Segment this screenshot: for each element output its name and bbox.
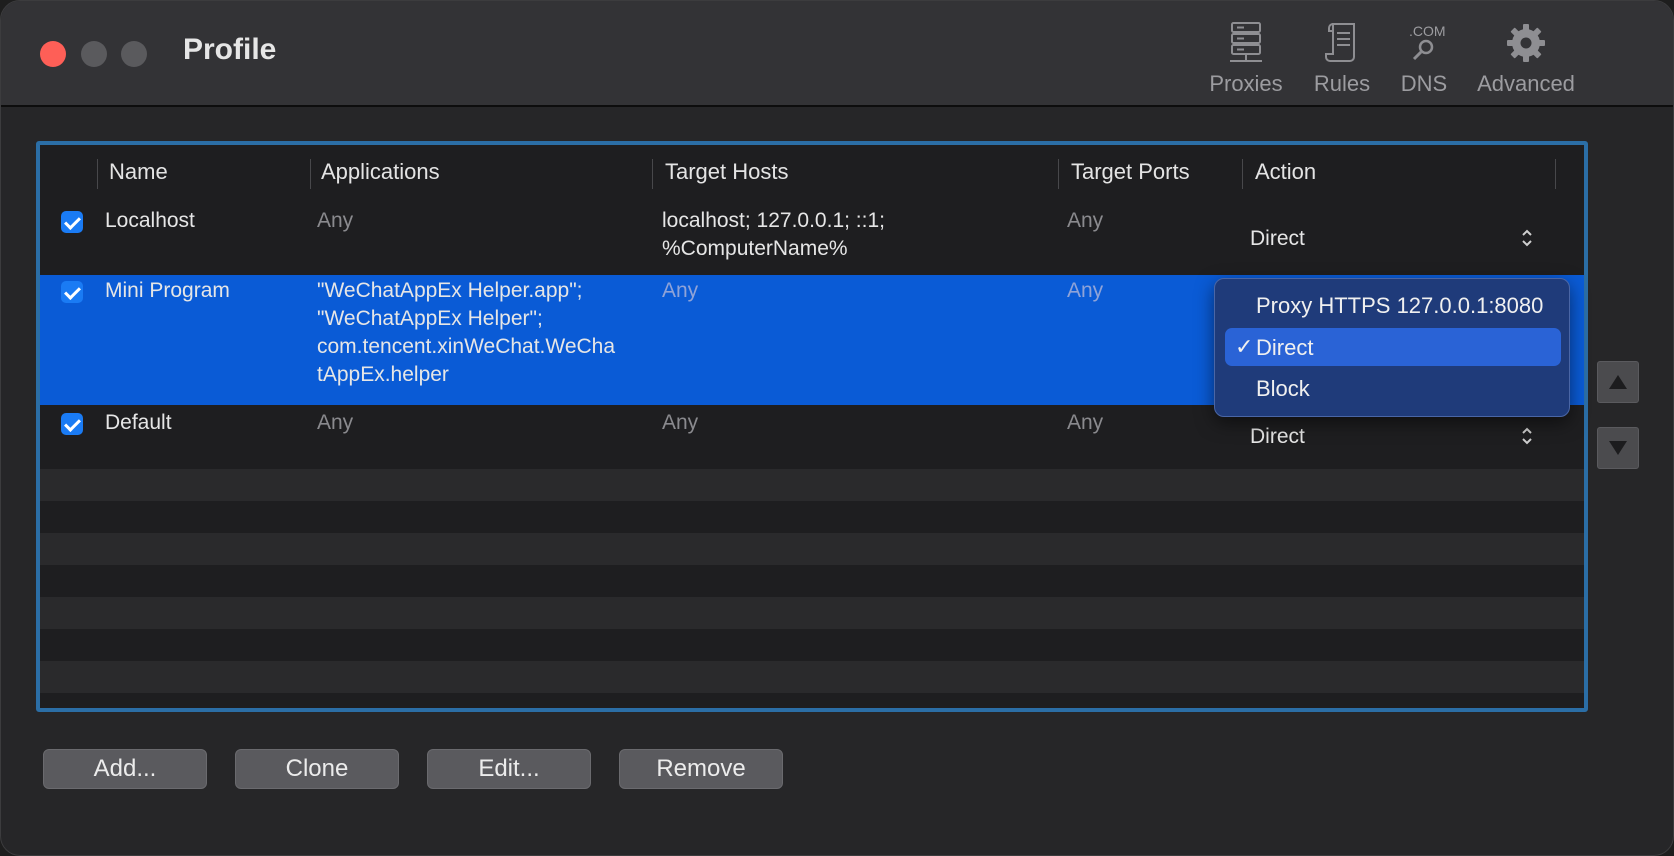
column-header-action[interactable]: Action — [1255, 159, 1316, 185]
action-select[interactable]: Direct — [1250, 227, 1305, 251]
toolbar-rules-label: Rules — [1313, 71, 1371, 96]
empty-row — [40, 597, 1584, 629]
chevron-updown-icon[interactable] — [1520, 227, 1534, 249]
title-bar: Profile Proxies Rules .COM DNS Advanced — [1, 1, 1673, 107]
empty-row — [40, 501, 1584, 533]
rule-name: Mini Program — [105, 279, 230, 302]
empty-row — [40, 565, 1584, 597]
dns-icon-text: .COM — [1409, 23, 1446, 39]
checkmark-icon: ✓ — [1235, 334, 1254, 359]
empty-row — [40, 533, 1584, 565]
table-header: Name Applications Target Hosts Target Po… — [40, 145, 1584, 202]
table-row[interactable]: Localhost Any localhost; 127.0.0.1; ::1;… — [40, 201, 1584, 275]
toolbar-advanced-label: Advanced — [1477, 71, 1575, 96]
rule-applications: "WeChatAppEx Helper.app"; "WeChatAppEx H… — [317, 279, 616, 386]
minimize-window-button[interactable] — [81, 41, 107, 67]
menu-item-direct[interactable]: ✓ Direct — [1225, 328, 1561, 366]
rule-name: Default — [105, 411, 172, 434]
column-separator — [1555, 159, 1556, 189]
menu-item-label: Block — [1256, 376, 1310, 401]
window-title: Profile — [183, 33, 277, 66]
add-button[interactable]: Add... — [43, 749, 207, 789]
triangle-up-icon — [1609, 375, 1627, 389]
rule-target-hosts: Any — [662, 279, 699, 302]
profile-window: Profile Proxies Rules .COM DNS Advanced … — [0, 0, 1674, 856]
toolbar-dns[interactable]: .COM DNS — [1393, 19, 1455, 97]
rule-target-ports: Any — [1067, 411, 1104, 434]
edit-button[interactable]: Edit... — [427, 749, 591, 789]
gear-icon — [1471, 19, 1581, 67]
enabled-checkbox[interactable] — [61, 211, 83, 233]
action-popup-menu: Proxy HTTPS 127.0.0.1:8080 ✓ Direct Bloc… — [1214, 278, 1570, 417]
toolbar-proxies-label: Proxies — [1209, 71, 1283, 96]
zoom-window-button[interactable] — [121, 41, 147, 67]
toolbar-dns-label: DNS — [1400, 71, 1448, 96]
menu-item-proxy[interactable]: Proxy HTTPS 127.0.0.1:8080 — [1225, 286, 1561, 324]
close-window-button[interactable] — [40, 41, 66, 67]
enabled-checkbox[interactable] — [61, 413, 83, 435]
rules-table[interactable]: Name Applications Target Hosts Target Po… — [36, 141, 1588, 712]
column-header-target-ports[interactable]: Target Ports — [1071, 159, 1190, 185]
move-down-button[interactable] — [1597, 427, 1639, 469]
column-separator — [97, 159, 98, 189]
rule-applications: Any — [317, 411, 354, 434]
menu-item-block[interactable]: Block — [1225, 369, 1561, 407]
empty-row — [40, 469, 1584, 501]
column-header-applications[interactable]: Applications — [321, 159, 440, 185]
toolbar-proxies[interactable]: Proxies — [1201, 19, 1291, 97]
column-header-name[interactable]: Name — [109, 159, 168, 185]
dns-search-icon: .COM — [1393, 19, 1455, 67]
chevron-updown-icon[interactable] — [1520, 425, 1534, 447]
rule-applications: Any — [317, 209, 354, 232]
menu-item-label: Direct — [1256, 335, 1314, 360]
column-separator — [652, 159, 653, 189]
rule-target-ports: Any — [1067, 209, 1104, 232]
scroll-icon — [1299, 19, 1385, 67]
empty-row — [40, 693, 1584, 708]
triangle-down-icon — [1609, 441, 1627, 455]
rule-target-ports: Any — [1067, 279, 1104, 302]
empty-row — [40, 661, 1584, 693]
rule-target-hosts: Any — [662, 411, 699, 434]
clone-button[interactable]: Clone — [235, 749, 399, 789]
remove-button[interactable]: Remove — [619, 749, 783, 789]
enabled-checkbox[interactable] — [61, 281, 83, 303]
column-separator — [1242, 159, 1243, 189]
column-header-target-hosts[interactable]: Target Hosts — [665, 159, 789, 185]
action-select[interactable]: Direct — [1250, 425, 1305, 449]
column-separator — [1058, 159, 1059, 189]
menu-item-label: Proxy HTTPS 127.0.0.1:8080 — [1256, 293, 1544, 318]
toolbar-advanced[interactable]: Advanced — [1471, 19, 1581, 97]
empty-row — [40, 629, 1584, 661]
move-up-button[interactable] — [1597, 361, 1639, 403]
rule-name: Localhost — [105, 209, 195, 232]
rule-target-hosts: localhost; 127.0.0.1; ::1; %ComputerName… — [662, 209, 885, 260]
column-separator — [310, 159, 311, 189]
toolbar-rules[interactable]: Rules — [1299, 19, 1385, 97]
server-icon — [1201, 19, 1291, 67]
